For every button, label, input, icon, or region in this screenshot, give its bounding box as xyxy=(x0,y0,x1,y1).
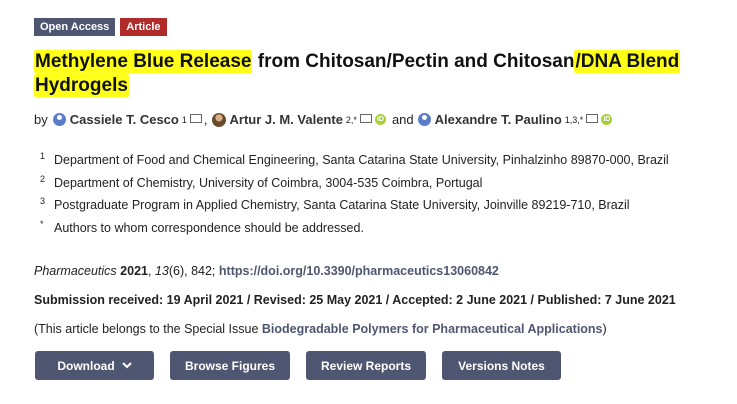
browse-figures-button[interactable]: Browse Figures xyxy=(170,351,290,380)
article-title: Methylene Blue Release from Chitosan/Pec… xyxy=(34,50,724,98)
affiliation-number: 2 xyxy=(40,173,46,184)
review-reports-button[interactable]: Review Reports xyxy=(306,351,426,380)
citation-issue-page: (6), 842; xyxy=(168,264,216,278)
journal-name: Pharmaceutics xyxy=(34,264,117,278)
open-access-badge[interactable]: Open Access xyxy=(34,18,116,36)
special-issue-prefix: (This article belongs to the Special Iss… xyxy=(34,322,262,336)
affiliation-text: Department of Chemistry, University of C… xyxy=(54,175,483,190)
affiliation-item: * Authors to whom correspondence should … xyxy=(40,217,669,240)
affiliation-item: 3 Postgraduate Program in Applied Chemis… xyxy=(40,194,669,217)
affiliation-item: 2 Department of Chemistry, University of… xyxy=(40,172,669,195)
highlighted-title-segment: Methylene Blue Release xyxy=(34,50,253,73)
affiliation-number: 3 xyxy=(40,196,46,207)
affiliation-item: 1 Department of Food and Chemical Engine… xyxy=(40,149,669,172)
user-icon xyxy=(52,113,66,126)
mail-icon[interactable] xyxy=(189,114,202,123)
author-name[interactable]: Cassiele T. Cesco xyxy=(70,112,179,127)
author-name[interactable]: Artur J. M. Valente xyxy=(230,112,343,127)
author-affiliation-sup: 1 xyxy=(181,114,187,125)
user-icon xyxy=(417,113,431,126)
orcid-icon[interactable]: iD xyxy=(374,114,386,125)
affiliation-list: 1 Department of Food and Chemical Engine… xyxy=(40,149,669,239)
download-label: Download xyxy=(57,358,115,373)
citation-year: 2021 xyxy=(120,264,148,278)
citation-volume: 13 xyxy=(154,264,169,278)
badge-group: Open Access Article xyxy=(34,18,167,36)
doi-link[interactable]: https://doi.org/10.3390/pharmaceutics130… xyxy=(219,264,499,278)
author-affiliation-sup: 2,* xyxy=(345,114,357,125)
affiliation-number: 1 xyxy=(40,151,46,162)
special-issue-link[interactable]: Biodegradable Polymers for Pharmaceutica… xyxy=(262,322,603,336)
author-photo-icon xyxy=(211,112,226,127)
by-label: by xyxy=(34,112,48,127)
publication-dates: Submission received: 19 April 2021 / Rev… xyxy=(34,293,676,307)
highlighted-title-segment: /DNA Blend xyxy=(574,50,681,73)
author-list: by Cassiele T. Cesco 1 , Artur J. M. Val… xyxy=(34,112,613,127)
action-buttons: Download Browse Figures Review Reports V… xyxy=(35,351,561,380)
highlighted-title-segment: Hydrogels xyxy=(34,74,129,97)
versions-notes-button[interactable]: Versions Notes xyxy=(442,351,561,380)
and-label: and xyxy=(391,112,414,127)
special-issue-note: (This article belongs to the Special Iss… xyxy=(34,322,607,336)
affiliation-text: Department of Food and Chemical Engineer… xyxy=(54,153,669,168)
author-affiliation-sup: 1,3,* xyxy=(564,114,584,125)
orcid-icon[interactable]: iD xyxy=(601,114,613,125)
affiliation-text: Authors to whom correspondence should be… xyxy=(54,220,364,235)
comma-separator: , xyxy=(203,112,208,127)
affiliation-number: * xyxy=(40,218,44,229)
chevron-down-icon xyxy=(121,362,132,369)
citation-line: Pharmaceutics 2021, 13(6), 842; https://… xyxy=(34,264,499,278)
special-issue-suffix: ) xyxy=(602,322,607,336)
affiliation-text: Postgraduate Program in Applied Chemistr… xyxy=(54,198,630,213)
author-name[interactable]: Alexandre T. Paulino xyxy=(435,112,562,127)
article-type-badge[interactable]: Article xyxy=(120,18,167,36)
mail-icon[interactable] xyxy=(359,114,372,123)
title-segment: from Chitosan/Pectin and Chitosan xyxy=(252,51,575,72)
download-button[interactable]: Download xyxy=(35,351,154,380)
mail-icon[interactable] xyxy=(586,114,599,123)
